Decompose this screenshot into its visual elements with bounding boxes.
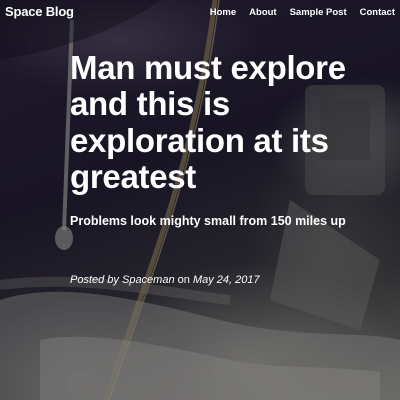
- nav-item-contact: Contact: [347, 2, 395, 20]
- on-label: on: [177, 274, 190, 286]
- nav-links: Home About Sample Post Contact: [197, 2, 395, 20]
- nav-item-home: Home: [197, 2, 236, 20]
- nav-link-sample-post[interactable]: Sample Post: [290, 7, 347, 18]
- author-link[interactable]: Spaceman: [122, 274, 175, 286]
- nav-item-sample-post: Sample Post: [277, 2, 347, 20]
- post-meta: Posted by Spaceman on May 24, 2017: [70, 274, 260, 286]
- post-date: May 24, 2017: [192, 274, 260, 286]
- page: Space Blog Home About Sample Post Contac…: [0, 0, 400, 400]
- nav-item-about: About: [236, 2, 276, 20]
- post-heading: Man must explore and this is exploration…: [70, 49, 380, 229]
- post-title: Man must explore and this is exploration…: [70, 49, 346, 195]
- nav-link-home[interactable]: Home: [210, 7, 236, 18]
- nav-link-contact[interactable]: Contact: [360, 7, 395, 18]
- nav-link-about[interactable]: About: [249, 7, 276, 18]
- post-subtitle: Problems look mighty small from 150 mile…: [70, 214, 346, 229]
- brand-link[interactable]: Space Blog: [5, 4, 74, 19]
- posted-by-label: Posted by: [70, 274, 119, 286]
- main-navbar: Space Blog Home About Sample Post Contac…: [0, 0, 400, 22]
